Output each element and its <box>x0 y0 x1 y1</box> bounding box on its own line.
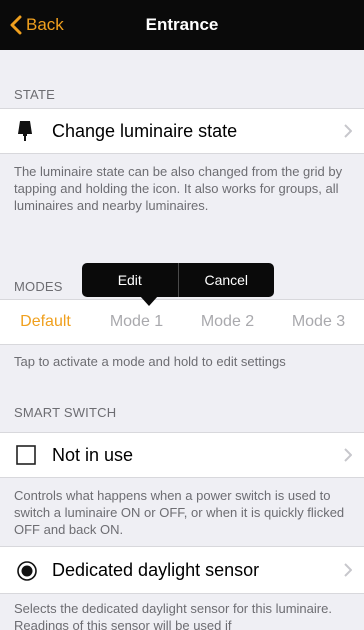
state-section-header: STATE <box>14 87 55 102</box>
modes-segmented-control: Default Mode 1 Mode 2 Mode 3 <box>0 299 364 345</box>
modes-footer-text: Tap to activate a mode and hold to edit … <box>14 354 286 369</box>
chevron-right-icon <box>344 124 352 138</box>
daylight-sensor-cell[interactable]: Dedicated daylight sensor <box>0 546 364 594</box>
smart-switch-section-header: SMART SWITCH <box>14 405 117 420</box>
change-luminaire-state-label: Change luminaire state <box>52 121 238 141</box>
smart-switch-cell[interactable]: Not in use <box>0 432 364 478</box>
state-footer-text: The luminaire state can be also changed … <box>14 164 343 213</box>
radio-selected-icon <box>17 561 37 581</box>
page-title: Entrance <box>145 15 219 34</box>
daylight-sensor-label: Dedicated daylight sensor <box>52 560 260 580</box>
chevron-right-icon <box>344 448 352 462</box>
mode-tab-mode-2[interactable]: Mode 2 <box>182 300 273 344</box>
popup-pointer-arrow <box>140 296 158 306</box>
change-luminaire-state-cell[interactable]: Change luminaire state <box>0 108 364 154</box>
modes-section-header: MODES <box>14 279 63 294</box>
edit-mode-popup-menu: Edit Cancel <box>82 263 274 297</box>
mode-tab-mode-3[interactable]: Mode 3 <box>273 300 364 344</box>
daylight-sensor-footer-text: Selects the dedicated daylight sensor fo… <box>14 601 332 630</box>
smart-switch-label: Not in use <box>52 445 134 465</box>
cancel-button[interactable]: Cancel <box>179 263 275 297</box>
edit-button[interactable]: Edit <box>82 263 178 297</box>
smart-switch-footer-text: Controls what happens when a power switc… <box>14 488 345 537</box>
mode-tab-mode-1[interactable]: Mode 1 <box>91 300 182 344</box>
navigation-bar: Back Entrance <box>0 0 364 50</box>
empty-checkbox-icon <box>16 445 36 465</box>
table-lamp-icon <box>18 121 32 141</box>
mode-tab-default[interactable]: Default <box>0 300 91 344</box>
chevron-right-icon <box>344 563 352 577</box>
